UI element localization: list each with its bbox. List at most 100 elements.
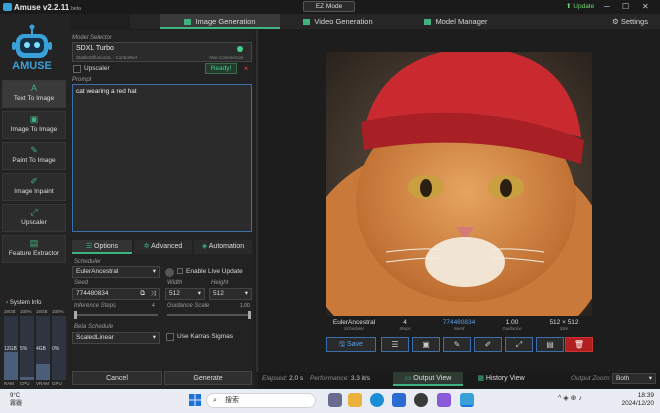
beta-schedule-select[interactable]: ScaledLinear ▾ (72, 332, 160, 344)
live-update-toggle[interactable] (165, 268, 174, 277)
result-meta-label: Seed (453, 326, 465, 331)
cancel-button[interactable]: Cancel (72, 371, 162, 385)
task-view-icon[interactable] (328, 393, 342, 407)
app-icon-dark[interactable] (414, 393, 428, 407)
amuse-logo: AMUSE (8, 22, 56, 74)
steps-slider-thumb[interactable] (74, 311, 77, 319)
nav-label: Text To Image (13, 95, 55, 102)
model-sub: StableDiffusionXL - ControlNet (76, 55, 138, 60)
generated-image[interactable] (326, 52, 592, 316)
history-view-button[interactable]: ▦ History View (466, 372, 536, 386)
system-tray-icons[interactable]: ^ ◈ ⊕ ♪ (558, 394, 582, 402)
model-name: SDXL Turbo (76, 45, 114, 52)
edit-icon: ✐ (484, 340, 492, 349)
ready-button[interactable]: Ready! (205, 63, 237, 74)
shuffle-icon[interactable]: ⤨ (151, 289, 156, 299)
tab-automation[interactable]: ◈ Automation (194, 240, 252, 254)
weather-widget[interactable]: 9°C 霧霾 (10, 392, 22, 408)
guidance-slider-thumb[interactable] (248, 311, 251, 319)
send-to-image-button[interactable]: ▣ (412, 337, 440, 352)
live-update-checkbox[interactable] (177, 268, 183, 274)
app-title-text: Amuse v2.2.11 (14, 3, 70, 12)
taskbar-clock[interactable]: 18:39 2024/12/20 (620, 392, 654, 408)
sysinfo-value: 4GB (36, 346, 47, 352)
update-button[interactable]: ⬆ Update (566, 2, 600, 12)
sysinfo-value: 5% (20, 346, 28, 352)
maximize-icon[interactable]: ☐ (622, 2, 629, 11)
upscaler-checkbox[interactable] (73, 65, 81, 73)
chevron-down-icon: ▾ (648, 375, 652, 382)
result-meta-item: 512 × 512 Size (542, 319, 586, 331)
edge-icon[interactable] (370, 393, 384, 407)
sliders-icon: ☰ (85, 243, 93, 250)
tab-label: Image Generation (195, 17, 256, 26)
send-to-upscaler-button[interactable]: ⤢ (505, 337, 533, 352)
guidance-value: 1.00 (240, 303, 250, 309)
tab-options[interactable]: ☰ Options (72, 240, 132, 254)
model-selector[interactable]: SDXL Turbo StableDiffusionXL - ControlNe… (72, 42, 252, 62)
output-view-button[interactable]: ▭ Output View (393, 372, 463, 386)
taskbar-search[interactable]: ⌕ 搜索 (206, 393, 316, 408)
width-label: Width (167, 280, 183, 286)
send-to-inpaint-button[interactable]: ✐ (474, 337, 502, 352)
nav-paint-to-image[interactable]: ✎ Paint To Image (2, 142, 66, 170)
nav-text-to-image[interactable]: A Text To Image (2, 80, 66, 108)
details-button[interactable]: ☰ (381, 337, 409, 352)
zoom-value: Both (616, 375, 630, 382)
nav-image-to-image[interactable]: ▣ Image To Image (2, 111, 66, 139)
result-meta-item[interactable]: 774480834 Seed (437, 319, 481, 331)
tab-video-generation[interactable]: Video Generation (282, 14, 394, 29)
guidance-slider[interactable] (167, 311, 251, 319)
system-info-title: ▪ System Info (6, 300, 42, 306)
generate-button[interactable]: Generate (164, 371, 252, 385)
sysinfo-max-label: 28GB (4, 309, 16, 314)
height-select[interactable]: 512 ▾ (209, 288, 252, 300)
result-meta-label: Guidance (502, 326, 522, 331)
minimize-icon[interactable]: ─ (604, 2, 610, 11)
seed-value: 774480834 (76, 290, 109, 297)
settings-label: Settings (620, 17, 648, 26)
tab-advanced[interactable]: ✲ Advanced (134, 240, 192, 254)
tab-model-manager[interactable]: Model Manager (396, 14, 516, 29)
nav-label: Paint To Image (12, 157, 56, 164)
temperature: 9°C (10, 393, 21, 399)
tab-image-generation[interactable]: Image Generation (160, 14, 280, 29)
windows-start-icon[interactable] (189, 394, 201, 406)
scheduler-select[interactable]: EulerAncestral ▾ (72, 266, 160, 278)
nav-image-inpaint[interactable]: ✐ Image Inpaint (2, 173, 66, 201)
result-meta-value: 4 (403, 319, 407, 326)
elapsed-value: 2.0 s (289, 375, 304, 382)
update-label: Update (573, 3, 595, 10)
seed-input[interactable]: 774480834 ⧉ ⤨ (72, 288, 160, 300)
app-icon-purple[interactable] (437, 393, 451, 407)
settings-button[interactable]: ⚙ Settings (604, 14, 656, 29)
delete-button[interactable]: 🗑 (565, 337, 593, 352)
chevron-down-icon: ▾ (152, 334, 156, 341)
performance-label: Performance: (310, 375, 350, 382)
send-to-paint-button[interactable]: ✎ (443, 337, 471, 352)
karras-checkbox[interactable] (166, 333, 174, 341)
unload-model-button[interactable]: × (240, 63, 252, 74)
send-to-extractor-button[interactable]: ▤ (536, 337, 564, 352)
tab-label: Automation (208, 243, 245, 250)
width-select[interactable]: 512 ▾ (165, 288, 205, 300)
sysinfo-max-label: 100% (52, 309, 64, 314)
output-view-label: Output View (413, 375, 452, 382)
copy-icon[interactable]: ⧉ (140, 289, 145, 299)
steps-slider[interactable] (74, 311, 158, 319)
ez-mode-button[interactable]: EZ Mode (303, 1, 355, 12)
amuse-taskbar-icon[interactable] (460, 393, 474, 407)
output-zoom-select[interactable]: Both ▾ (612, 373, 656, 384)
feature-icon: ▤ (29, 238, 39, 248)
nav-feature-extractor[interactable]: ▤ Feature Extractor (2, 235, 66, 263)
nav-upscaler[interactable]: ⤢ Upscaler (2, 204, 66, 232)
width-value: 512 (169, 290, 180, 297)
sysinfo-max-label: 16GB (36, 309, 48, 314)
save-button[interactable]: 🖫 Save (326, 337, 376, 352)
store-icon[interactable] (392, 393, 406, 407)
sysinfo-value: 12GB (4, 346, 17, 352)
image-icon (184, 19, 192, 26)
prompt-input[interactable]: cat wearing a red hat (72, 84, 252, 232)
close-icon[interactable]: ✕ (642, 2, 649, 11)
file-explorer-icon[interactable] (348, 393, 362, 407)
